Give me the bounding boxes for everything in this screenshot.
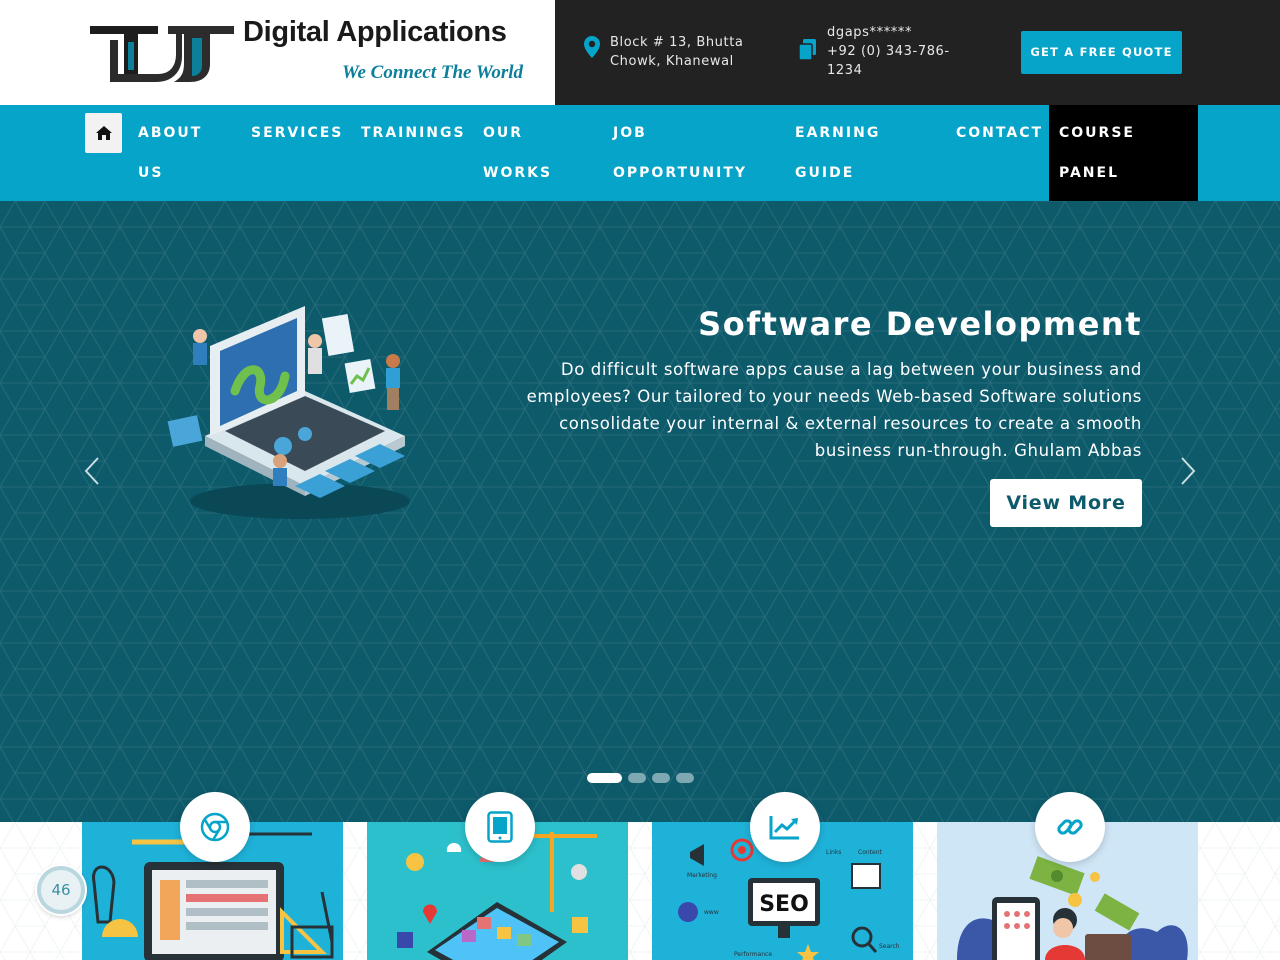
nav-trainings[interactable]: TRAININGS	[361, 113, 466, 153]
address: Block # 13, Bhutta Chowk, Khanewal	[583, 33, 743, 71]
nav-our-works[interactable]: OUR WORKS	[483, 113, 552, 193]
chart-icon-badge[interactable]	[750, 792, 820, 862]
view-more-button[interactable]: View More	[990, 479, 1142, 527]
phone-line-2[interactable]: 1234	[827, 61, 950, 80]
address-line-2: Chowk, Khanewal	[610, 54, 734, 69]
nav-contact[interactable]: CONTACT	[956, 113, 1043, 153]
slide-indicator[interactable]	[628, 773, 646, 783]
chrome-icon	[200, 812, 230, 842]
link-icon	[1057, 819, 1083, 835]
seo-links-label: Links	[826, 849, 841, 856]
contact-info: dgaps****** +92 (0) 343-786- 1234	[797, 23, 950, 80]
chevron-right-icon[interactable]	[1178, 456, 1198, 486]
top-header: Digital Applications We Connect The Worl…	[0, 0, 1280, 105]
nav-about-us[interactable]: ABOUT US	[138, 113, 202, 193]
map-pin-icon	[584, 36, 600, 58]
tablet-icon	[487, 811, 513, 843]
hero-slider: Software Development Do difficult softwa…	[0, 201, 1280, 822]
seo-performance-label: Performance	[734, 951, 772, 958]
nav-course-panel[interactable]: COURSE PANEL	[1049, 105, 1198, 201]
seo-search-label: Search	[879, 943, 900, 950]
seo-marketing-label: Marketing	[687, 872, 717, 879]
phone-line-1[interactable]: +92 (0) 343-786-	[827, 42, 950, 61]
seo-www-label: www	[704, 909, 719, 916]
address-line-1: Block # 13, Bhutta	[610, 35, 744, 50]
slide-indicator[interactable]	[652, 773, 670, 783]
nav-job-opportunity[interactable]: JOB OPPORTUNITY	[613, 113, 747, 193]
hero-title: Software Development	[698, 305, 1142, 343]
brand-tagline: We Connect The World	[342, 62, 524, 83]
chevron-left-icon[interactable]	[82, 456, 102, 486]
contact-bar: Block # 13, Bhutta Chowk, Khanewal dgaps…	[555, 0, 1280, 105]
nav-services[interactable]: SERVICES	[251, 113, 343, 153]
tablet-icon-badge[interactable]	[465, 792, 535, 862]
logo-mark-icon	[90, 26, 234, 82]
home-button[interactable]	[85, 113, 122, 153]
email-text[interactable]: dgaps******	[827, 23, 950, 42]
brand-title: Digital Applications	[243, 16, 507, 48]
main-nav: ABOUT US SERVICES TRAININGS OUR WORKS JOB O…	[0, 105, 1280, 201]
slider-indicators	[587, 773, 700, 783]
chart-line-icon	[769, 816, 799, 840]
nav-earning-guide[interactable]: EARNING GUIDE	[795, 113, 880, 193]
copy-icon	[798, 39, 816, 61]
chrome-icon-badge[interactable]	[180, 792, 250, 862]
software-development-illustration	[167, 306, 410, 519]
link-icon-badge[interactable]	[1035, 792, 1105, 862]
home-icon	[95, 126, 112, 140]
get-quote-button[interactable]: GET A FREE QUOTE	[1021, 31, 1182, 74]
scroll-counter-badge[interactable]: 46	[37, 866, 85, 914]
seo-label: SEO	[759, 892, 809, 917]
hero-description: Do difficult software apps cause a lag b…	[526, 360, 1142, 460]
logo[interactable]: Digital Applications We Connect The Worl…	[0, 0, 555, 105]
seo-content-label: Content	[858, 849, 883, 856]
slide-indicator[interactable]	[676, 773, 694, 783]
slide-indicator[interactable]	[587, 773, 622, 783]
